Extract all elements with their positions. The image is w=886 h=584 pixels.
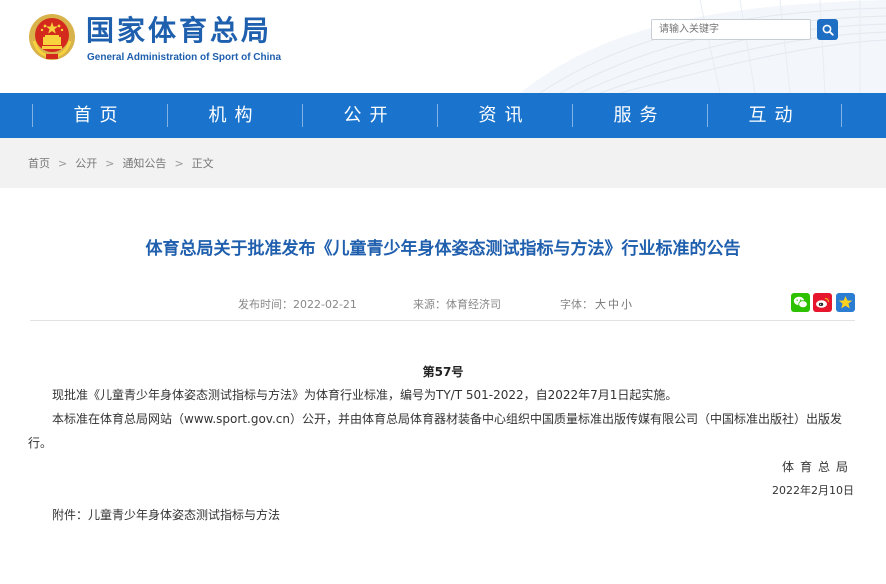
site-subtitle: General Administration of Sport of China <box>87 52 282 63</box>
signature-organization: 体育总局 <box>781 460 854 474</box>
weibo-icon <box>816 297 830 308</box>
search-button[interactable] <box>817 19 838 40</box>
nav-item-label: 服务 <box>613 105 666 126</box>
article-meta: 发布时间：2022-02-21 来源：体育经济司 字体：大中小 <box>0 296 886 312</box>
nav-divider <box>302 104 303 127</box>
share-favorite-button[interactable] <box>836 293 855 312</box>
nav-item-public[interactable]: 公开 <box>302 93 437 138</box>
nav-divider <box>167 104 168 127</box>
national-emblem-icon <box>29 14 75 60</box>
breadcrumb-public[interactable]: 公开 <box>75 155 97 171</box>
nav-divider <box>841 104 842 127</box>
font-size-medium[interactable]: 中 <box>608 298 619 311</box>
breadcrumb-current: 正文 <box>191 157 214 170</box>
share-wechat-button[interactable] <box>791 293 810 312</box>
document-number: 第57号 <box>422 365 464 379</box>
publish-date: 发布时间：2022-02-21 <box>238 298 357 311</box>
share-weibo-button[interactable] <box>813 293 832 312</box>
breadcrumb-home[interactable]: 首页 <box>28 155 50 171</box>
breadcrumb-notices[interactable]: 通知公告 <box>122 155 166 171</box>
breadcrumb: 首页 > 公开 > 通知公告 > 正文 <box>0 138 886 188</box>
wechat-icon <box>793 296 808 309</box>
breadcrumb-separator: > <box>105 156 115 170</box>
article-title: 体育总局关于批准发布《儿童青少年身体姿态测试指标与方法》行业标准的公告 <box>145 239 741 259</box>
font-size-label: 字体： <box>560 298 593 311</box>
breadcrumb-separator: > <box>174 156 184 170</box>
site-title[interactable]: 国家体育总局 <box>86 14 272 48</box>
nav-divider <box>437 104 438 127</box>
article-paragraph: 本标准在体育总局网站（www.sport.gov.cn）公开，并由体育总局体育器… <box>28 412 842 450</box>
nav-item-label: 首页 <box>73 105 126 126</box>
article-source: 来源：体育经济司 <box>413 298 501 311</box>
font-size-small[interactable]: 小 <box>621 298 632 311</box>
nav-divider <box>707 104 708 127</box>
signature-date: 2022年2月10日 <box>772 484 854 497</box>
main-nav: 首页 机构 公开 资讯 服务 互动 <box>0 93 886 138</box>
font-size-large[interactable]: 大 <box>595 298 606 311</box>
search-icon <box>822 24 834 36</box>
search-input[interactable] <box>651 19 811 40</box>
nav-item-services[interactable]: 服务 <box>572 93 707 138</box>
font-size-control: 字体：大中小 <box>560 296 632 312</box>
nav-item-label: 资讯 <box>478 105 531 126</box>
nav-item-home[interactable]: 首页 <box>32 93 167 138</box>
breadcrumb-separator: > <box>58 156 68 170</box>
nav-item-label: 机构 <box>208 105 261 126</box>
article-paragraph: 现批准《儿童青少年身体姿态测试指标与方法》为体育行业标准，编号为TY/T 501… <box>52 388 678 402</box>
nav-item-interaction[interactable]: 互动 <box>707 93 842 138</box>
nav-item-news[interactable]: 资讯 <box>437 93 572 138</box>
nav-divider <box>32 104 33 127</box>
meta-divider <box>30 320 855 321</box>
nav-item-label: 互动 <box>748 105 801 126</box>
nav-divider <box>572 104 573 127</box>
attachment-link[interactable]: 附件：儿童青少年身体姿态测试指标与方法 <box>52 507 280 523</box>
favorite-star-icon <box>838 296 853 309</box>
nav-item-organization[interactable]: 机构 <box>167 93 302 138</box>
nav-item-label: 公开 <box>343 105 396 126</box>
site-header: 国家体育总局 General Administration of Sport o… <box>0 0 886 93</box>
